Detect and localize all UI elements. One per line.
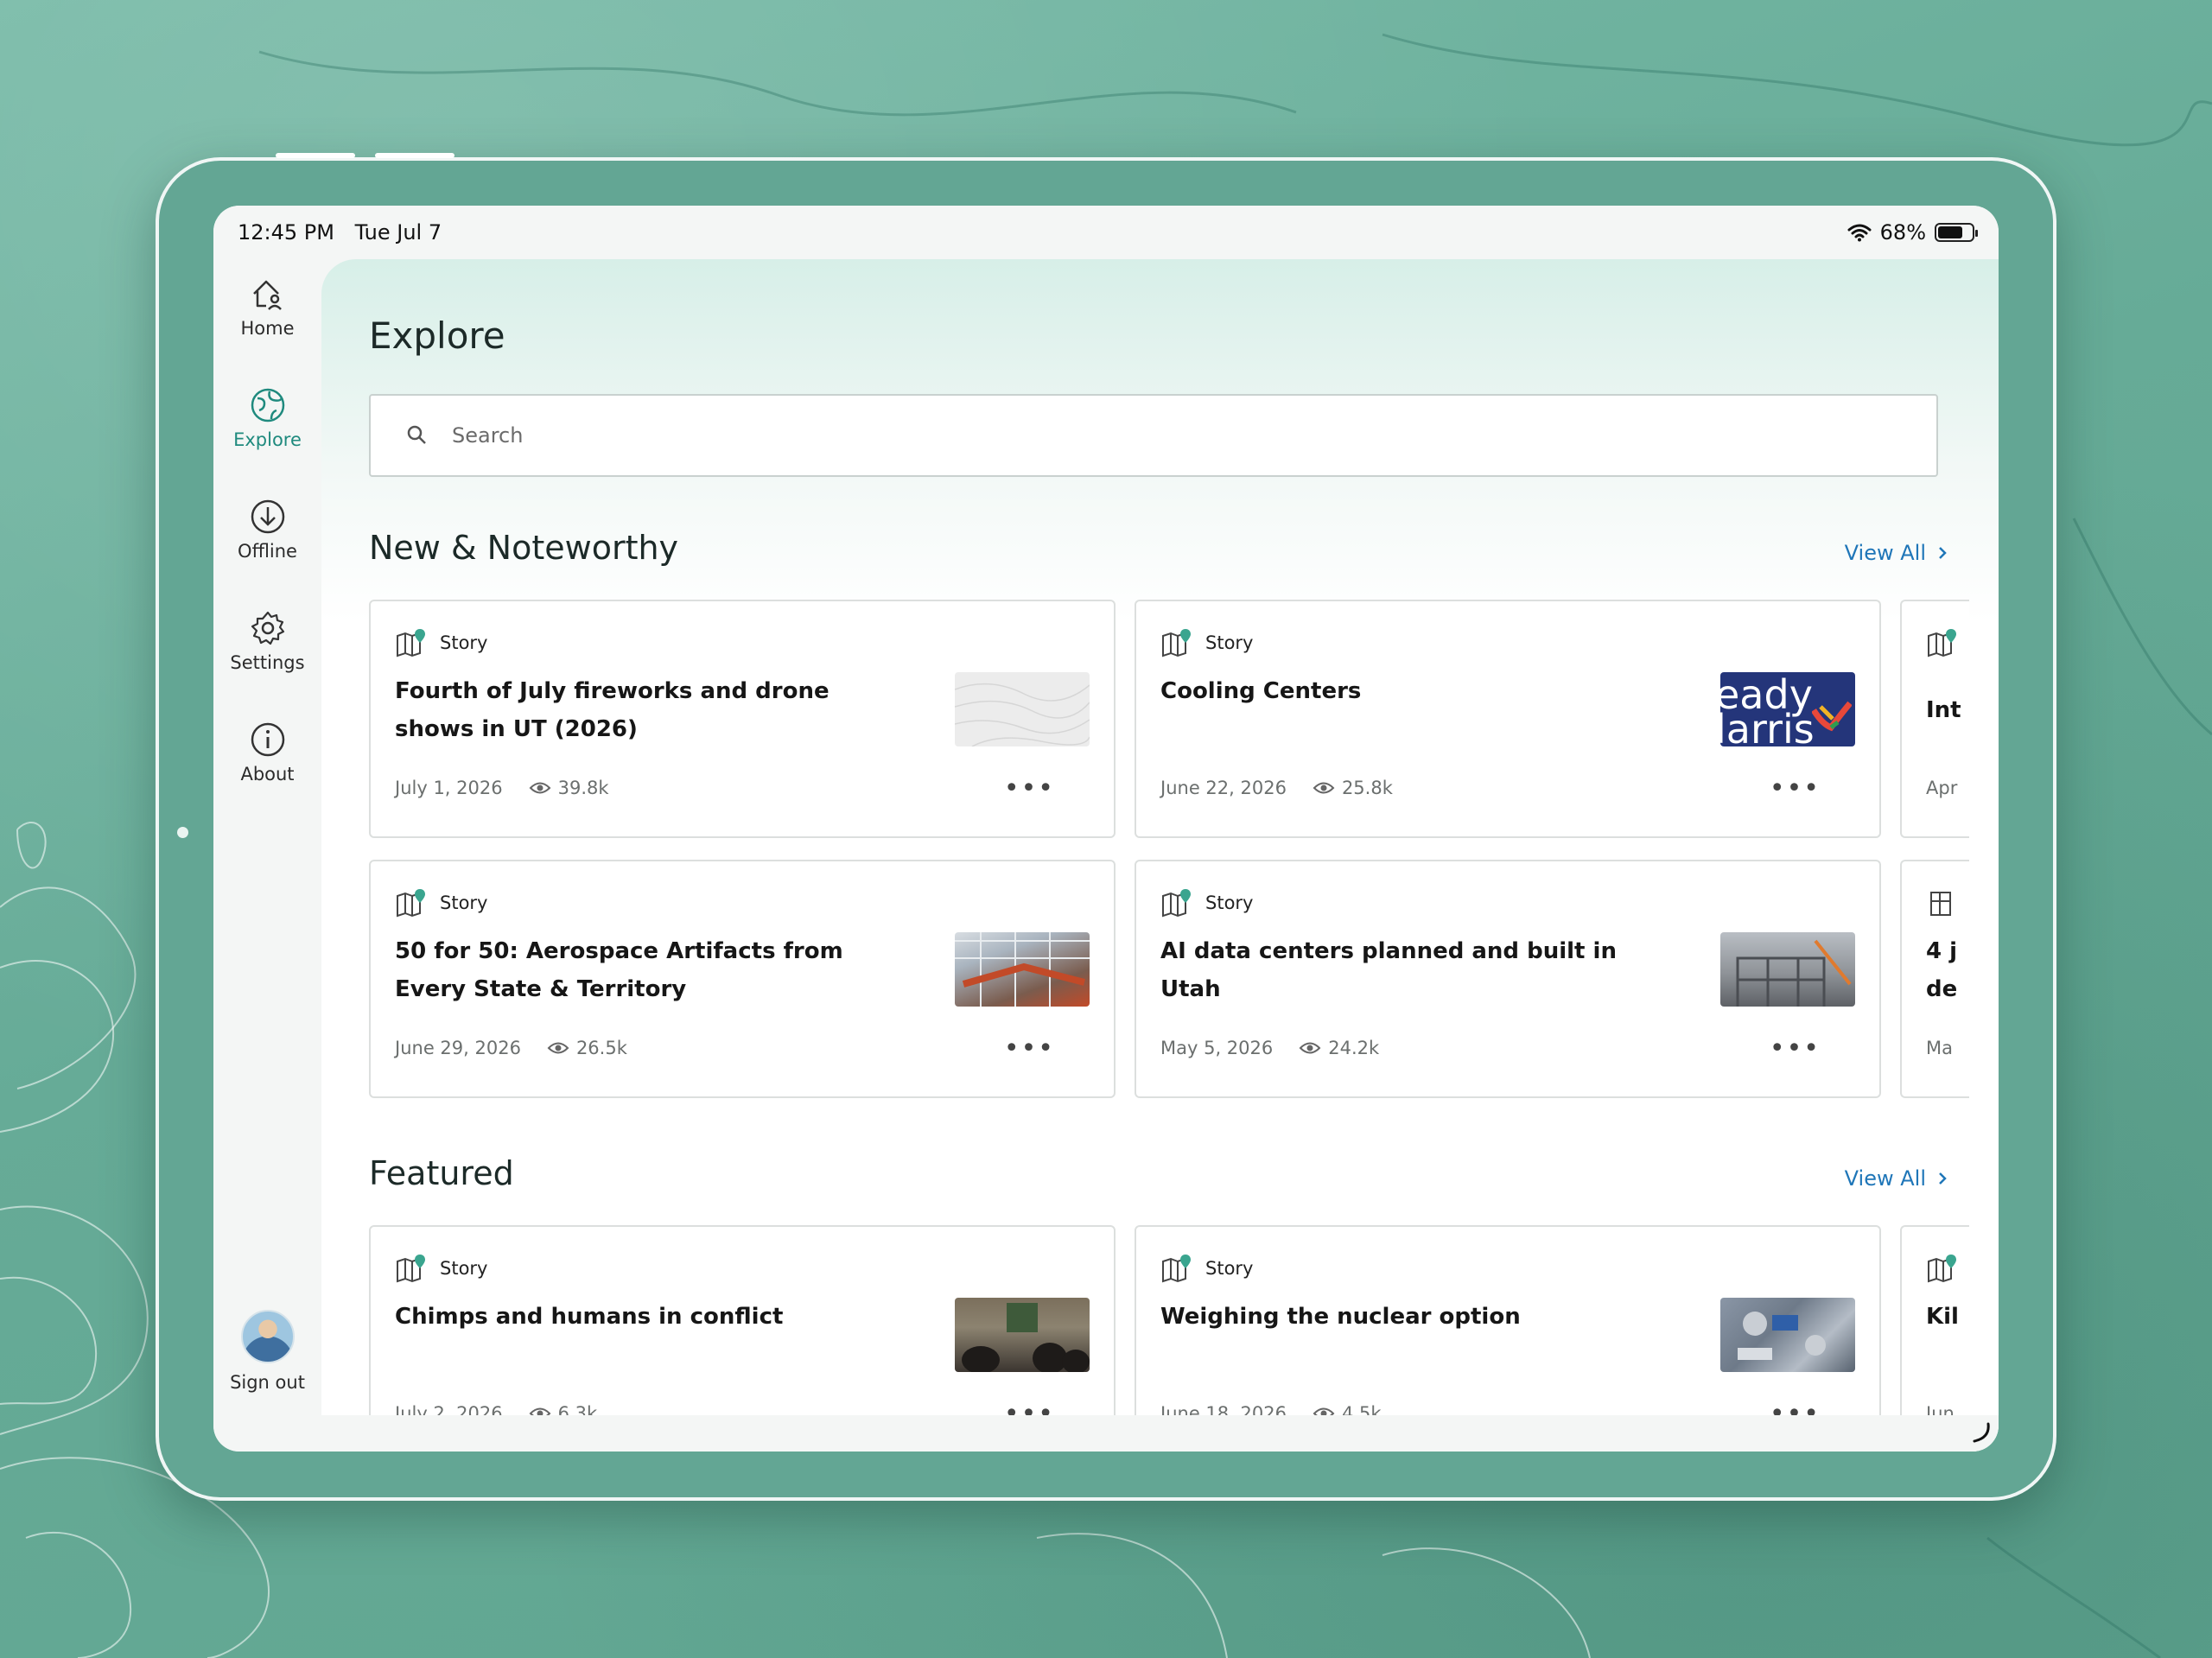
eye-icon <box>1313 782 1335 794</box>
search-icon <box>407 425 426 444</box>
gear-icon <box>251 611 284 645</box>
home-icon <box>252 280 282 310</box>
sidebar: Home Explore Offline Settings About Sign… <box>213 259 321 1452</box>
eye-icon <box>1299 1042 1321 1054</box>
volume-button <box>375 153 454 158</box>
app-screen: 12:45 PM Tue Jul 7 68% Home Explore Offl… <box>213 206 1999 1452</box>
card-date: July 1, 2026 <box>395 778 503 798</box>
eye-icon <box>529 782 551 794</box>
battery-percent: 68% <box>1879 220 1926 245</box>
card-views: 26.5k <box>575 1038 627 1058</box>
card-type: Story <box>1205 893 1254 913</box>
card-date: Apr <box>1926 778 1958 798</box>
sidebar-item-label: Explore <box>233 429 302 450</box>
card-title: Kil <box>1926 1304 1959 1330</box>
story-card[interactable]: Story Cooling Centers June 22, 2026 25.8… <box>1135 600 1881 838</box>
card-views: 39.8k <box>557 778 609 798</box>
card-type: Story <box>440 1258 488 1279</box>
sign-out-button[interactable]: Sign out <box>213 1310 321 1393</box>
status-bar: 12:45 PM Tue Jul 7 68% <box>213 206 1999 259</box>
card-thumbnail <box>955 1298 1090 1372</box>
sidebar-item-offline[interactable]: Offline <box>213 498 321 562</box>
card-views: 24.2k <box>1328 1038 1380 1058</box>
dashboard-icon <box>1930 892 1951 916</box>
sidebar-item-explore[interactable]: Explore <box>213 386 321 450</box>
sidebar-item-about[interactable]: About <box>213 721 321 785</box>
card-thumbnail <box>955 932 1090 1007</box>
info-icon <box>251 722 284 757</box>
camera-dot <box>177 827 188 838</box>
card-title: Fourth of July fireworks and drone shows… <box>395 678 830 742</box>
story-card[interactable]: Story 50 for 50: Aerospace Artifacts fro… <box>369 860 1116 1098</box>
section-title: Featured <box>369 1154 514 1192</box>
story-card[interactable]: Story Fourth of July fireworks and drone… <box>369 600 1116 838</box>
card-title: Int <box>1926 697 1961 723</box>
story-card[interactable]: 4 j de Ma <box>1900 860 1969 1098</box>
sign-out-label: Sign out <box>230 1372 305 1393</box>
download-icon <box>251 499 284 534</box>
chevron-right-icon <box>1939 1172 1947 1185</box>
sidebar-item-settings[interactable]: Settings <box>213 609 321 673</box>
card-title: 4 j de <box>1926 938 1958 1002</box>
story-card[interactable]: Int Apr <box>1900 600 1969 838</box>
more-options-button[interactable]: ••• <box>1004 1036 1055 1062</box>
card-thumbnail: eady larris <box>1720 672 1855 746</box>
page-title: Explore <box>369 314 505 357</box>
search-bar[interactable] <box>369 394 1938 477</box>
card-type: Story <box>1205 632 1254 653</box>
card-title: Cooling Centers <box>1160 678 1362 704</box>
view-all-label: View All <box>1844 1166 1926 1191</box>
avatar <box>240 1310 295 1363</box>
story-map-icon <box>397 629 425 657</box>
card-title: 50 for 50: Aerospace Artifacts from Ever… <box>395 938 843 1002</box>
story-map-icon <box>1928 1255 1956 1283</box>
view-all-link[interactable]: View All <box>1845 1166 1947 1191</box>
card-title: AI data centers planned and built in Uta… <box>1160 938 1617 1002</box>
card-date: June 29, 2026 <box>395 1038 521 1058</box>
search-input[interactable] <box>452 423 1834 448</box>
story-map-icon <box>1162 629 1191 657</box>
card-type: Story <box>440 893 488 913</box>
card-date: Ma <box>1926 1038 1953 1058</box>
card-date: June 22, 2026 <box>1160 778 1287 798</box>
more-options-button[interactable]: ••• <box>1004 776 1055 802</box>
section-title: New & Noteworthy <box>369 529 679 567</box>
status-date: Tue Jul 7 <box>354 220 442 245</box>
card-views: 25.8k <box>1341 778 1393 798</box>
story-map-icon <box>1162 1255 1191 1283</box>
card-thumbnail <box>955 672 1090 746</box>
card-title: Chimps and humans in conflict <box>395 1304 784 1330</box>
story-map-icon <box>1162 889 1191 918</box>
main-content: Explore New & Noteworthy View All Story … <box>321 259 1999 1452</box>
more-options-button[interactable]: ••• <box>1770 1036 1821 1062</box>
loading-spinner-icon <box>1973 1422 1990 1443</box>
bottom-mask <box>321 1415 1999 1452</box>
chevron-right-icon <box>1939 547 1947 559</box>
eye-icon <box>547 1042 569 1054</box>
volume-button <box>276 153 355 158</box>
card-thumbnail <box>1720 1298 1855 1372</box>
card-title: Weighing the nuclear option <box>1160 1304 1521 1330</box>
sidebar-item-home[interactable]: Home <box>213 275 321 339</box>
globe-icon <box>251 388 284 422</box>
battery-icon <box>1935 223 1978 242</box>
sidebar-item-label: Home <box>240 318 295 339</box>
card-thumbnail <box>1720 932 1855 1007</box>
sidebar-item-label: Offline <box>238 541 297 562</box>
card-date: May 5, 2026 <box>1160 1038 1274 1058</box>
view-all-label: View All <box>1844 541 1926 565</box>
card-type: Story <box>440 632 488 653</box>
card-type: Story <box>1205 1258 1254 1279</box>
more-options-button[interactable]: ••• <box>1770 776 1821 802</box>
story-map-icon <box>397 889 425 918</box>
status-time: 12:45 PM <box>238 220 334 245</box>
sidebar-item-label: About <box>240 764 295 785</box>
view-all-link[interactable]: View All <box>1845 541 1947 565</box>
sidebar-item-label: Settings <box>230 652 305 673</box>
story-map-icon <box>397 1255 425 1283</box>
story-map-icon <box>1928 629 1956 657</box>
story-card[interactable]: Story AI data centers planned and built … <box>1135 860 1881 1098</box>
wifi-icon <box>1847 224 1872 242</box>
